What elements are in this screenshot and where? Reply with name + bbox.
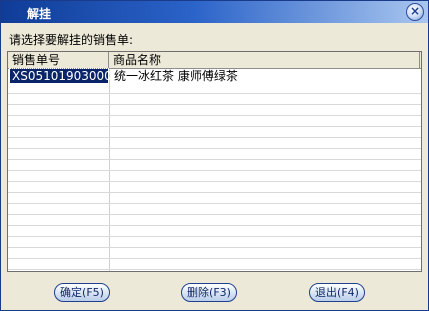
- empty-grid-row: [8, 105, 421, 116]
- column-header-order-no[interactable]: 销售单号: [8, 52, 109, 68]
- empty-grid-row: [8, 138, 421, 149]
- table-row[interactable]: XS051019030001 统一冰红茶 康师傅绿茶: [8, 68, 421, 84]
- empty-grid-row: [8, 182, 421, 193]
- grid-header: 销售单号 商品名称: [8, 52, 421, 69]
- empty-grid-row: [8, 94, 421, 105]
- exit-button[interactable]: 退出(F4): [309, 283, 365, 302]
- confirm-button[interactable]: 确定(F5): [54, 283, 110, 302]
- sales-order-grid[interactable]: 销售单号 商品名称 XS051019030001 统一冰红茶 康师傅绿茶: [7, 51, 422, 272]
- empty-grid-row: [8, 237, 421, 248]
- close-icon[interactable]: ×: [406, 3, 424, 21]
- empty-grid-row: [8, 116, 421, 127]
- empty-grid-row: [8, 149, 421, 160]
- empty-grid-row: [8, 226, 421, 237]
- column-header-product[interactable]: 商品名称: [109, 52, 420, 68]
- empty-grid-row: [8, 160, 421, 171]
- empty-grid-row: [8, 215, 421, 226]
- empty-grid-row: [8, 193, 421, 204]
- unhold-dialog: 解挂 × 请选择要解挂的销售单: 销售单号 商品名称 XS05101903000…: [0, 0, 429, 311]
- empty-grid-row: [8, 248, 421, 259]
- prompt-label: 请选择要解挂的销售单:: [9, 33, 134, 47]
- grid-body: XS051019030001 统一冰红茶 康师傅绿茶: [8, 68, 421, 271]
- title-bar[interactable]: 解挂 ×: [1, 1, 428, 23]
- product-name-cell[interactable]: 统一冰红茶 康师傅绿茶: [114, 69, 238, 83]
- empty-grid-row: [8, 259, 421, 270]
- empty-grid-row: [8, 204, 421, 215]
- empty-grid-row: [8, 127, 421, 138]
- order-number-cell[interactable]: XS051019030001: [9, 68, 119, 84]
- empty-grid-row: [8, 83, 421, 94]
- empty-grid-row: [8, 171, 421, 182]
- window-title: 解挂: [27, 7, 52, 21]
- delete-button[interactable]: 删除(F3): [181, 283, 237, 302]
